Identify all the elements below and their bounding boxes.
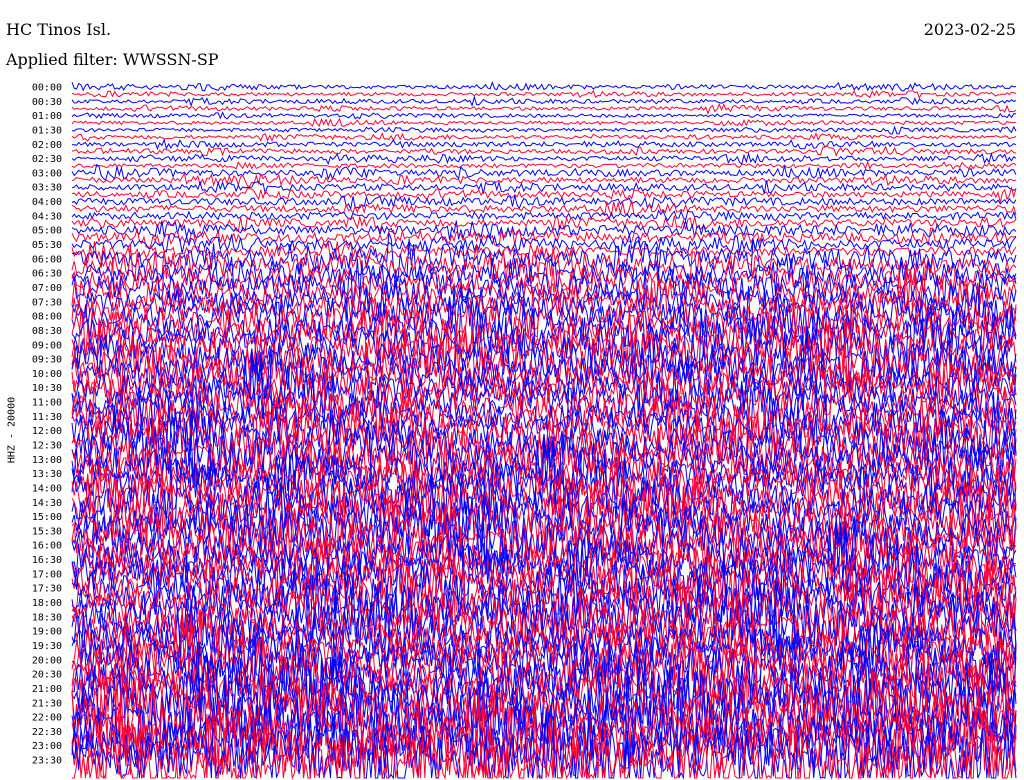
- tick-label: 09:00: [32, 340, 62, 351]
- tick-label: 07:30: [32, 297, 62, 308]
- seismic-trace: [71, 95, 1017, 108]
- tick-label: 08:00: [32, 312, 62, 323]
- tick-label: 03:30: [32, 183, 62, 194]
- tick-label: 00:00: [32, 83, 62, 94]
- tick-label: 17:00: [32, 569, 62, 580]
- tick-label: 08:30: [32, 326, 62, 337]
- seismic-trace: [71, 138, 1017, 151]
- tick-label: 01:30: [32, 125, 62, 136]
- tick-label: 02:30: [32, 154, 62, 165]
- seismic-trace: [71, 117, 1017, 128]
- tick-label: 16:30: [32, 555, 62, 566]
- tick-label: 10:00: [32, 369, 62, 380]
- seismic-trace: [71, 111, 1017, 120]
- seismic-trace: [71, 125, 1017, 135]
- seismic-trace: [71, 132, 1017, 142]
- tick-label: 04:00: [32, 197, 62, 208]
- tick-label: 13:30: [32, 469, 62, 480]
- tick-label: 09:30: [32, 355, 62, 366]
- tick-label: 17:30: [32, 584, 62, 595]
- tick-label: 14:30: [32, 498, 62, 509]
- tick-label: 23:00: [32, 741, 62, 752]
- tick-label: 13:00: [32, 455, 62, 466]
- tick-label: 18:30: [32, 612, 62, 623]
- tick-label: 10:30: [32, 383, 62, 394]
- tick-label: 12:00: [32, 426, 62, 437]
- tick-label: 22:00: [32, 713, 62, 724]
- seismic-trace: [71, 209, 1017, 222]
- tick-label: 22:30: [32, 727, 62, 738]
- tick-label: 06:30: [32, 269, 62, 280]
- seismic-trace: [71, 103, 1017, 115]
- seismic-trace: [71, 160, 1017, 170]
- tick-label: 19:30: [32, 641, 62, 652]
- tick-label: 05:30: [32, 240, 62, 251]
- tick-label: 19:00: [32, 627, 62, 638]
- tick-label: 20:30: [32, 670, 62, 681]
- tick-label: 14:00: [32, 483, 62, 494]
- tick-label: 05:00: [32, 226, 62, 237]
- tick-label: 23:30: [32, 756, 62, 767]
- tick-label: 06:00: [32, 254, 62, 265]
- tick-label: 12:30: [32, 441, 62, 452]
- seismic-trace: [71, 89, 1017, 100]
- tick-label: 15:00: [32, 512, 62, 523]
- seismic-trace: [71, 215, 1017, 233]
- tick-label: 01:00: [32, 111, 62, 122]
- tick-label: 16:00: [32, 541, 62, 552]
- trace-group: [71, 81, 1017, 780]
- seismic-trace: [71, 151, 1017, 166]
- tick-label: 00:30: [32, 97, 62, 108]
- tick-label: 02:00: [32, 140, 62, 151]
- tick-label-group: 00:00 00:30 01:00 01:30 02:00 02:30 03:00 03:30…: [32, 83, 62, 767]
- tick-label: 11:30: [32, 412, 62, 423]
- seismogram-plot: 00:00 00:30 01:00 01:30 02:00 02:30 03:00 03:30…: [32, 81, 1017, 780]
- tick-label: 20:00: [32, 655, 62, 666]
- tick-label: 15:30: [32, 526, 62, 537]
- seismic-trace: [71, 81, 1016, 92]
- tick-label: 11:00: [32, 398, 62, 409]
- tick-label: 04:30: [32, 211, 62, 222]
- tick-label: 21:00: [32, 684, 62, 695]
- tick-label: 21:30: [32, 698, 62, 709]
- tick-label: 03:00: [32, 168, 62, 179]
- tick-label: 18:00: [32, 598, 62, 609]
- tick-label: 07:00: [32, 283, 62, 294]
